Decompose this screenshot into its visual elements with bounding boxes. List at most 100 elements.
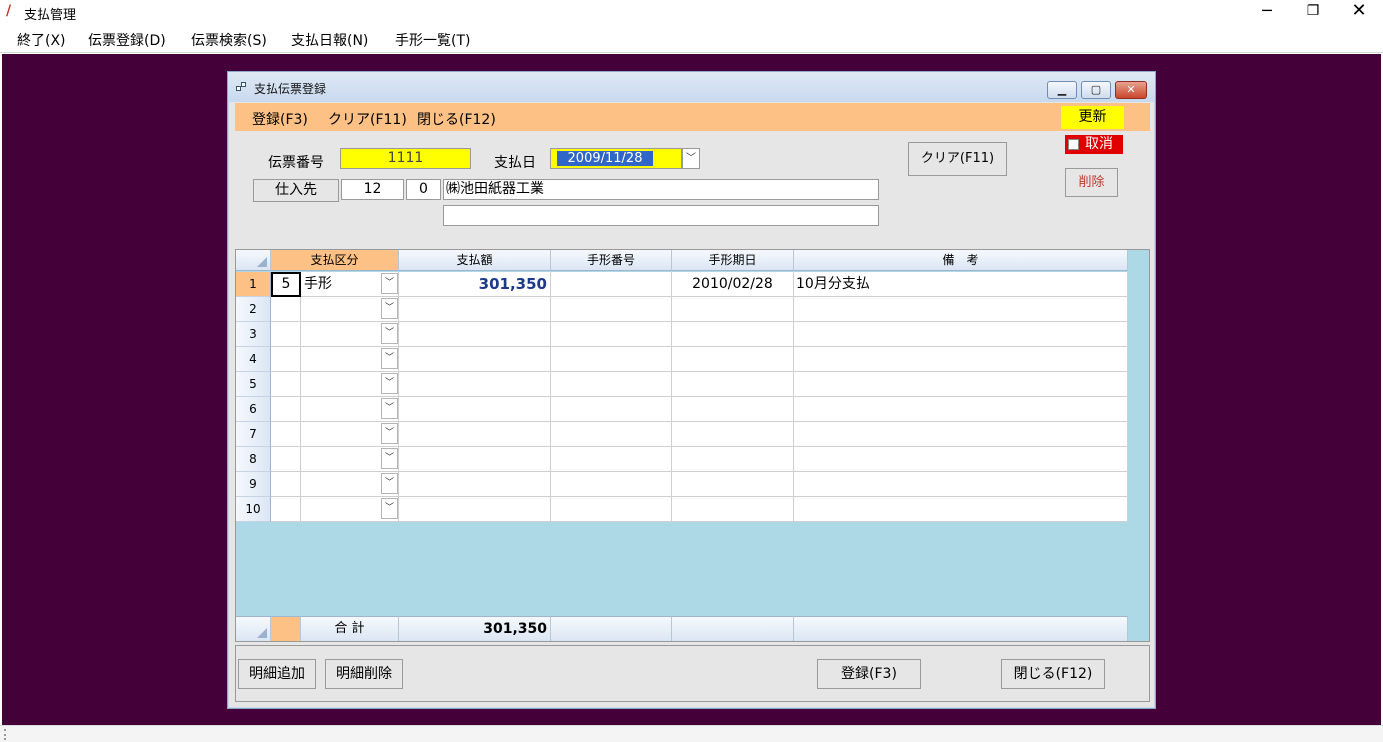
due-date-cell[interactable] bbox=[672, 322, 794, 347]
chevron-down-icon[interactable]: ﹀ bbox=[381, 323, 398, 344]
due-date-cell[interactable] bbox=[672, 297, 794, 322]
payment-type-cell[interactable]: ﹀ bbox=[301, 472, 399, 497]
delete-line-button[interactable]: 明細削除 bbox=[325, 659, 403, 689]
menu-exit[interactable]: 終了(X) bbox=[17, 30, 66, 50]
resize-grip-icon[interactable] bbox=[4, 729, 6, 740]
col-header-remarks[interactable]: 備 考 bbox=[794, 250, 1128, 271]
payment-type-cell[interactable]: ﹀ bbox=[301, 497, 399, 522]
menu-voucher-search[interactable]: 伝票検索(S) bbox=[191, 30, 267, 50]
supplier-name-field[interactable]: ㈱池田紙器工業 bbox=[443, 179, 879, 200]
col-header-due-date[interactable]: 手形期日 bbox=[672, 250, 794, 271]
chevron-down-icon[interactable]: ﹀ bbox=[381, 423, 398, 444]
bill-no-cell[interactable] bbox=[551, 322, 672, 347]
amount-cell[interactable]: 301,350 bbox=[399, 272, 551, 297]
grid-corner[interactable] bbox=[236, 250, 271, 271]
pay-date-field[interactable]: 2009/11/28 bbox=[550, 148, 682, 169]
amount-cell[interactable] bbox=[399, 372, 551, 397]
amount-cell[interactable] bbox=[399, 472, 551, 497]
remarks-cell[interactable] bbox=[794, 297, 1128, 322]
row-header[interactable]: 10 bbox=[236, 497, 271, 522]
bill-no-cell[interactable] bbox=[551, 422, 672, 447]
bill-no-cell[interactable] bbox=[551, 472, 672, 497]
chevron-down-icon[interactable]: ﹀ bbox=[682, 148, 700, 169]
supplier-button[interactable]: 仕入先 bbox=[253, 179, 339, 202]
payment-code-cell[interactable] bbox=[271, 422, 301, 447]
close-button[interactable]: 閉じる(F12) bbox=[1001, 659, 1105, 689]
voucher-no-field[interactable]: 1111 bbox=[340, 148, 471, 169]
child-menu-register[interactable]: 登録(F3) bbox=[252, 109, 308, 129]
menu-bill-list[interactable]: 手形一覧(T) bbox=[395, 30, 470, 50]
due-date-cell[interactable]: 2010/02/28 bbox=[672, 272, 794, 297]
supplier-branch-field[interactable]: 0 bbox=[406, 179, 441, 200]
payment-code-cell[interactable] bbox=[271, 297, 301, 322]
row-header[interactable]: 8 bbox=[236, 447, 271, 472]
remarks-cell[interactable] bbox=[794, 447, 1128, 472]
remarks-cell[interactable]: 10月分支払 bbox=[794, 272, 1128, 297]
remarks-cell[interactable] bbox=[794, 422, 1128, 447]
payment-type-cell[interactable]: ﹀ bbox=[301, 372, 399, 397]
payment-code-cell[interactable] bbox=[271, 322, 301, 347]
checkbox-icon[interactable] bbox=[1068, 139, 1079, 150]
child-restore-icon[interactable]: ▢ bbox=[1081, 81, 1111, 99]
row-header[interactable]: 3 bbox=[236, 322, 271, 347]
child-close-icon[interactable]: ✕ bbox=[1115, 81, 1147, 99]
cancel-checkbox[interactable]: 取消 bbox=[1065, 135, 1123, 154]
payment-type-cell[interactable]: ﹀ bbox=[301, 297, 399, 322]
payment-code-cell[interactable] bbox=[271, 472, 301, 497]
maximize-icon[interactable]: ❐ bbox=[1290, 0, 1336, 24]
amount-cell[interactable] bbox=[399, 397, 551, 422]
amount-cell[interactable] bbox=[399, 347, 551, 372]
child-minimize-icon[interactable]: ▁ bbox=[1047, 81, 1077, 99]
due-date-cell[interactable] bbox=[672, 397, 794, 422]
amount-cell[interactable] bbox=[399, 297, 551, 322]
chevron-down-icon[interactable]: ﹀ bbox=[381, 448, 398, 469]
chevron-down-icon[interactable]: ﹀ bbox=[381, 273, 398, 294]
due-date-cell[interactable] bbox=[672, 472, 794, 497]
payment-type-cell[interactable]: 手形 ﹀ bbox=[301, 272, 399, 297]
row-header[interactable]: 6 bbox=[236, 397, 271, 422]
child-menu-clear[interactable]: クリア(F11) bbox=[328, 109, 407, 129]
chevron-down-icon[interactable]: ﹀ bbox=[381, 298, 398, 319]
row-header[interactable]: 4 bbox=[236, 347, 271, 372]
remarks-cell[interactable] bbox=[794, 322, 1128, 347]
col-header-amount[interactable]: 支払額 bbox=[399, 250, 551, 271]
row-header[interactable]: 1 bbox=[236, 272, 271, 297]
clear-button[interactable]: クリア(F11) bbox=[908, 142, 1007, 176]
register-button[interactable]: 登録(F3) bbox=[817, 659, 921, 689]
bill-no-cell[interactable] bbox=[551, 397, 672, 422]
payment-type-cell[interactable]: ﹀ bbox=[301, 397, 399, 422]
bill-no-cell[interactable] bbox=[551, 347, 672, 372]
amount-cell[interactable] bbox=[399, 497, 551, 522]
supplier-code-field[interactable]: 12 bbox=[341, 179, 404, 200]
payment-type-cell[interactable]: ﹀ bbox=[301, 347, 399, 372]
due-date-cell[interactable] bbox=[672, 347, 794, 372]
amount-cell[interactable] bbox=[399, 422, 551, 447]
col-header-payment-type[interactable]: 支払区分 bbox=[271, 250, 399, 271]
payment-code-cell[interactable] bbox=[271, 397, 301, 422]
payment-type-cell[interactable]: ﹀ bbox=[301, 447, 399, 472]
menu-voucher-entry[interactable]: 伝票登録(D) bbox=[88, 30, 166, 50]
row-header[interactable]: 2 bbox=[236, 297, 271, 322]
close-icon[interactable]: ✕ bbox=[1336, 0, 1382, 24]
payment-code-cell[interactable]: 5 bbox=[271, 272, 301, 297]
row-header[interactable]: 9 bbox=[236, 472, 271, 497]
remarks-cell[interactable] bbox=[794, 472, 1128, 497]
bill-no-cell[interactable] bbox=[551, 272, 672, 297]
remarks-cell[interactable] bbox=[794, 372, 1128, 397]
chevron-down-icon[interactable]: ﹀ bbox=[381, 498, 398, 519]
remarks-cell[interactable] bbox=[794, 347, 1128, 372]
payment-code-cell[interactable] bbox=[271, 497, 301, 522]
due-date-cell[interactable] bbox=[672, 422, 794, 447]
chevron-down-icon[interactable]: ﹀ bbox=[381, 348, 398, 369]
chevron-down-icon[interactable]: ﹀ bbox=[381, 373, 398, 394]
remarks-cell[interactable] bbox=[794, 397, 1128, 422]
supplier-name2-field[interactable] bbox=[443, 205, 879, 226]
bill-no-cell[interactable] bbox=[551, 497, 672, 522]
payment-type-cell[interactable]: ﹀ bbox=[301, 422, 399, 447]
remarks-cell[interactable] bbox=[794, 497, 1128, 522]
due-date-cell[interactable] bbox=[672, 497, 794, 522]
col-header-bill-no[interactable]: 手形番号 bbox=[551, 250, 672, 271]
row-header[interactable]: 5 bbox=[236, 372, 271, 397]
row-header[interactable]: 7 bbox=[236, 422, 271, 447]
chevron-down-icon[interactable]: ﹀ bbox=[381, 473, 398, 494]
